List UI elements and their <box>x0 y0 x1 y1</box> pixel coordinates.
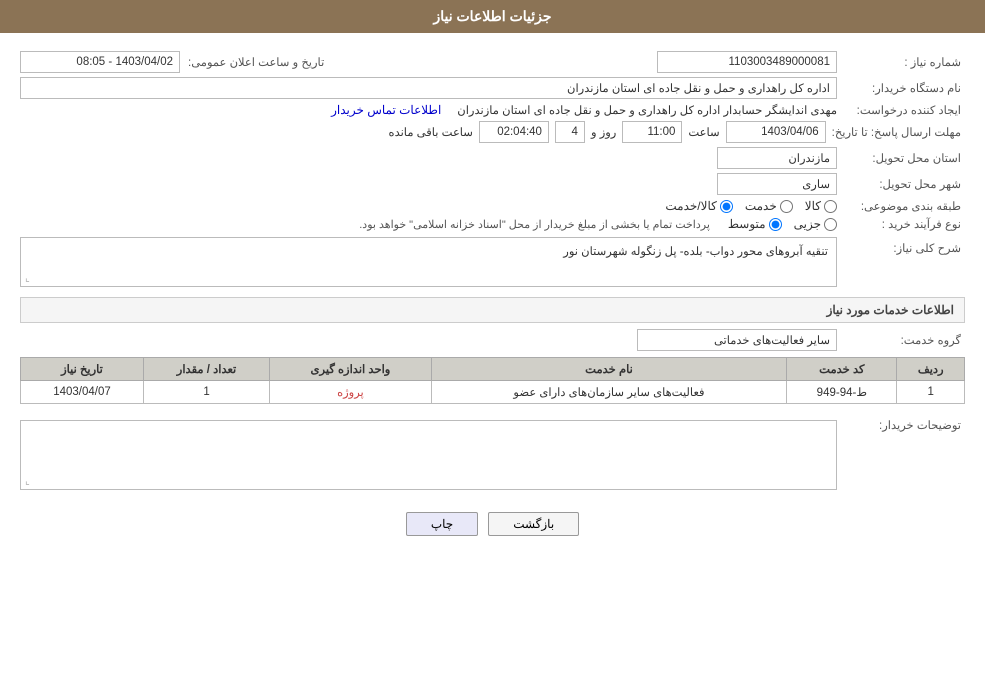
buyer-desc-box: ⌟ <box>20 420 837 490</box>
deadline-remaining-box: 02:04:40 <box>479 121 549 143</box>
need-desc-value: تنقیه آبروهای محور دواب- بلده- پل زنگوله… <box>563 246 828 258</box>
purchase-type-label: نوع فرآیند خرید : <box>845 217 965 231</box>
creator-label: ایجاد کننده درخواست: <box>845 103 965 117</box>
category-label: طبقه بندی موضوعی: <box>845 199 965 213</box>
buyer-org-label: نام دستگاه خریدار: <box>845 81 965 95</box>
need-desc-box: تنقیه آبروهای محور دواب- بلده- پل زنگوله… <box>20 237 837 287</box>
print-button[interactable]: چاپ <box>406 512 478 536</box>
deadline-remaining: 02:04:40 <box>497 126 542 138</box>
purchase-type-motavasset-item[interactable]: متوسط <box>728 217 782 231</box>
province-value: مازندران <box>788 151 830 165</box>
page-header: جزئیات اطلاعات نیاز <box>0 0 985 33</box>
purchase-type-jozi-item[interactable]: جزیی <box>794 217 837 231</box>
category-kala-khedmat-label: کالا/خدمت <box>665 199 716 213</box>
services-table: ردیف کد خدمت نام خدمت واحد اندازه گیری ت… <box>20 357 965 404</box>
announcement-value: 1403/04/02 - 08:05 <box>76 56 173 68</box>
buyer-desc-resize-icon: ⌟ <box>25 476 30 487</box>
need-desc-label: شرح کلی نیاز: <box>845 237 965 255</box>
service-group-box: سایر فعالیت‌های خدماتی <box>637 329 837 351</box>
service-group-value: سایر فعالیت‌های خدماتی <box>714 333 830 347</box>
category-khedmat-item[interactable]: خدمت <box>745 199 793 213</box>
need-number-label: شماره نیاز : <box>845 55 965 69</box>
deadline-days-box: 4 <box>555 121 585 143</box>
deadline-remaining-label: ساعت باقی مانده <box>389 125 473 139</box>
purchase-type-radio-group: جزیی متوسط <box>728 217 837 231</box>
purchase-type-motavasset-radio[interactable] <box>769 218 782 231</box>
need-number-value: 1103003489000081 <box>729 56 830 68</box>
category-khedmat-label: خدمت <box>745 199 777 213</box>
footer-buttons: بازگشت چاپ <box>20 512 965 546</box>
deadline-date: 1403/04/06 <box>761 126 819 138</box>
category-kala-item[interactable]: کالا <box>805 199 837 213</box>
back-button[interactable]: بازگشت <box>488 512 579 536</box>
col-header-row: ردیف <box>897 358 965 381</box>
purchase-type-note: پرداخت تمام یا بخشی از مبلغ خریدار از مح… <box>359 218 710 231</box>
deadline-time-box: 11:00 <box>622 121 682 143</box>
deadline-date-box: 1403/04/06 <box>726 121 826 143</box>
table-row: 1ط-94-949فعالیت‌های سایر سازمان‌های دارا… <box>21 381 965 404</box>
deadline-label: مهلت ارسال پاسخ: تا تاریخ: <box>832 125 965 139</box>
city-value: ساری <box>802 177 830 191</box>
province-box: مازندران <box>717 147 837 169</box>
announcement-box: 1403/04/02 - 08:05 <box>20 51 180 73</box>
contact-link[interactable]: اطلاعات تماس خریدار <box>331 103 441 117</box>
buyer-org-box: اداره کل راهداری و حمل و نقل جاده ای است… <box>20 77 837 99</box>
services-section-title: اطلاعات خدمات مورد نیاز <box>20 297 965 323</box>
category-kala-khedmat-item[interactable]: کالا/خدمت <box>665 199 732 213</box>
deadline-days-label: روز و <box>591 125 616 139</box>
col-header-code: کد خدمت <box>787 358 897 381</box>
col-header-name: نام خدمت <box>431 358 786 381</box>
city-box: ساری <box>717 173 837 195</box>
category-kala-label: کالا <box>805 199 821 213</box>
category-kala-khedmat-radio[interactable] <box>720 200 733 213</box>
purchase-type-jozi-label: جزیی <box>794 217 821 231</box>
service-group-label: گروه خدمت: <box>845 333 965 347</box>
col-header-date: تاریخ نیاز <box>21 358 144 381</box>
col-header-unit: واحد اندازه گیری <box>270 358 432 381</box>
deadline-time-label: ساعت <box>688 125 719 139</box>
deadline-time: 11:00 <box>647 126 675 138</box>
province-label: استان محل تحویل: <box>845 151 965 165</box>
city-label: شهر محل تحویل: <box>845 177 965 191</box>
page-title: جزئیات اطلاعات نیاز <box>433 8 551 24</box>
creator-value: مهدی اندایشگر حسابدار اداره کل راهداری و… <box>457 103 837 117</box>
need-number-box: 1103003489000081 <box>657 51 837 73</box>
purchase-type-motavasset-label: متوسط <box>728 217 766 231</box>
buyer-org-value: اداره کل راهداری و حمل و نقل جاده ای است… <box>567 81 830 95</box>
category-kala-radio[interactable] <box>824 200 837 213</box>
category-radio-group: کالا خدمت کالا/خدمت <box>665 199 837 213</box>
announcement-label: تاریخ و ساعت اعلان عمومی: <box>188 55 328 69</box>
category-khedmat-radio[interactable] <box>780 200 793 213</box>
col-header-quantity: تعداد / مقدار <box>143 358 269 381</box>
deadline-days: 4 <box>572 126 578 138</box>
resize-handle-icon: ⌟ <box>25 273 30 284</box>
purchase-type-jozi-radio[interactable] <box>824 218 837 231</box>
buyer-desc-label: توضیحات خریدار: <box>845 414 965 432</box>
